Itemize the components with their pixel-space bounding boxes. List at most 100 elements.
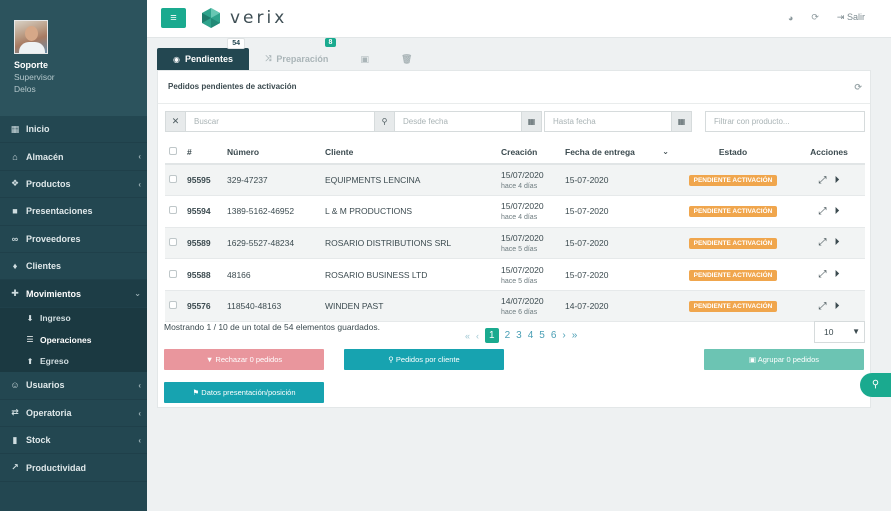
trash-icon: 🗑︎ — [400, 53, 413, 64]
col-creacion[interactable]: Creación — [497, 140, 561, 165]
sidebar-item-proveedores[interactable]: ∞ Proveedores — [0, 226, 147, 253]
search-input[interactable] — [185, 111, 375, 132]
last-page-button[interactable]: » — [572, 330, 578, 341]
table-row[interactable]: 95595 329-47237 EQUIPMENTS LENCINA 15/07… — [165, 164, 865, 197]
exchange-icon: ⇄ — [11, 407, 19, 418]
expand-icon[interactable]: ⤢ — [819, 206, 827, 217]
order-created: 15/07/2020 hace 5 días — [497, 227, 561, 260]
table-row[interactable]: 95589 1629-5527-48234 ROSARIO DISTRIBUTI… — [165, 227, 865, 260]
chevron-down-icon: ⌄ — [662, 146, 669, 156]
row-checkbox[interactable] — [165, 258, 183, 291]
play-icon[interactable]: ⏵ — [835, 301, 840, 312]
table-row[interactable]: 95594 1389-5162-46952 L & M PRODUCTIONS … — [165, 195, 865, 228]
row-checkbox[interactable] — [165, 164, 183, 197]
sidebar-item-productos[interactable]: ❖ Productos ‹ — [0, 171, 147, 199]
row-actions: ⤢ ⏵ — [793, 164, 865, 197]
refresh-icon[interactable]: ⟳ — [811, 12, 819, 23]
sidebar-item-label: Productos — [26, 178, 71, 189]
select-all-checkbox[interactable] — [165, 140, 183, 165]
sidebar-item-almacen[interactable]: ⌂ Almacén ‹ — [0, 143, 147, 171]
created-ago: hace 5 días — [501, 277, 538, 285]
sidebar-item-movimientos[interactable]: ✚ Movimientos ⌄ — [0, 280, 147, 308]
date-to-input[interactable] — [544, 111, 672, 132]
sidebar-item-clientes[interactable]: ♦ Clientes — [0, 253, 147, 281]
upload-icon: ⬆ — [26, 356, 34, 366]
sidebar-item-productividad[interactable]: ↗ Productividad — [0, 454, 147, 482]
expand-icon[interactable]: ⤢ — [819, 175, 827, 186]
col-estado[interactable]: Estado — [673, 140, 793, 165]
page-5[interactable]: 5 — [539, 330, 545, 341]
sidebar-subitem-ingreso[interactable]: ⬇ Ingreso — [0, 308, 147, 330]
play-icon[interactable]: ⏵ — [835, 206, 840, 217]
globe-icon[interactable]: ◕ — [788, 13, 793, 23]
date-from-input[interactable] — [394, 111, 522, 132]
col-id[interactable]: # — [183, 140, 223, 165]
sidebar-item-presentaciones[interactable]: ■ Presentaciones — [0, 198, 147, 226]
tab-pendientes[interactable]: ◉ Pendientes 54 — [157, 38, 249, 70]
row-checkbox[interactable] — [165, 227, 183, 260]
tab-trash[interactable]: 🗑︎ — [385, 48, 428, 70]
next-page-button[interactable]: › — [562, 330, 565, 341]
sidebar-nav: ▦ Inicio ⌂ Almacén ‹ ❖ Productos ‹ ■ Presentac… — [0, 116, 147, 482]
play-icon[interactable]: ⏵ — [835, 237, 840, 248]
page-1[interactable]: 1 — [485, 328, 499, 343]
sidebar-item-inicio[interactable]: ▦ Inicio — [0, 116, 147, 144]
page-4[interactable]: 4 — [528, 330, 534, 341]
order-delivery: 14-07-2020 — [561, 290, 673, 323]
status-badge: PENDIENTE ACTIVACIÓN — [688, 206, 778, 218]
tab-saved[interactable]: ▣ — [344, 48, 385, 70]
avatar[interactable] — [14, 20, 48, 54]
presentation-data-button[interactable]: ⚑ Datos presentación/posición — [164, 382, 324, 403]
profile-org: Delos — [14, 84, 36, 94]
page-size-select[interactable]: 10 ▼ — [814, 321, 865, 343]
play-icon[interactable]: ⏵ — [835, 175, 840, 186]
table-row[interactable]: 95576 118540-48163 WINDEN PAST 14/07/202… — [165, 290, 865, 323]
play-icon[interactable]: ⏵ — [835, 269, 840, 280]
col-numero[interactable]: Número — [223, 140, 321, 165]
col-cliente[interactable]: Cliente — [321, 140, 497, 165]
brand-logo[interactable]: verix — [200, 6, 287, 30]
clear-filters-button[interactable]: ✕ — [165, 111, 186, 132]
row-checkbox[interactable] — [165, 290, 183, 323]
page-6[interactable]: 6 — [551, 330, 557, 341]
sidebar-subitem-egreso[interactable]: ⬆ Egreso — [0, 351, 147, 373]
reject-orders-button[interactable]: ▼ Rechazar 0 pedidos — [164, 349, 324, 370]
page-size-value: 10 — [824, 327, 834, 337]
calendar-icon[interactable]: ▦ — [671, 111, 692, 132]
orders-by-client-button[interactable]: ⚲ Pedidos por cliente — [344, 349, 504, 370]
col-entrega[interactable]: Fecha de entrega ⌄ — [561, 140, 673, 165]
page-3[interactable]: 3 — [516, 330, 522, 341]
group-orders-button[interactable]: ▣ Agrupar 0 pedidos — [704, 349, 864, 370]
row-checkbox[interactable] — [165, 195, 183, 228]
sidebar-subitem-operaciones[interactable]: ☰ Operaciones — [0, 329, 147, 351]
sidebar-item-stock[interactable]: ▮ Stock ‹ — [0, 427, 147, 455]
refresh-icon[interactable]: ⟳ — [854, 82, 862, 93]
first-page-button[interactable]: « — [465, 331, 470, 341]
expand-icon[interactable]: ⤢ — [819, 301, 827, 312]
tab-preparacion[interactable]: ⤨ Preparación 8 — [249, 38, 344, 70]
sidebar: Soporte Supervisor Delos ▦ Inicio ⌂ Almacé… — [0, 0, 147, 511]
sidebar-item-operatoria[interactable]: ⇄ Operatoria ‹ — [0, 400, 147, 428]
products-icon: ❖ — [10, 178, 20, 189]
created-date: 15/07/2020 — [501, 170, 544, 181]
expand-icon[interactable]: ⤢ — [819, 237, 827, 248]
prev-page-button[interactable]: ‹ — [476, 331, 479, 341]
tab-label: Preparación — [276, 54, 329, 64]
users-icon: ☺ — [10, 380, 20, 391]
product-filter-input[interactable] — [705, 111, 865, 132]
calendar-icon[interactable]: ▦ — [521, 111, 542, 132]
order-delivery: 15-07-2020 — [561, 164, 673, 197]
menu-toggle-button[interactable]: ≡ — [161, 8, 186, 28]
expand-icon[interactable]: ⤢ — [819, 269, 827, 280]
download-icon: ⬇ — [26, 313, 34, 323]
order-client: EQUIPMENTS LENCINA — [321, 164, 497, 197]
sidebar-item-label: Movimientos — [26, 288, 82, 299]
sidebar-item-usuarios[interactable]: ☺ Usuarios ‹ — [0, 372, 147, 400]
order-number: 1389-5162-46952 — [223, 195, 321, 228]
floating-search-button[interactable]: ⚲ — [860, 373, 891, 397]
order-created: 15/07/2020 hace 4 días — [497, 164, 561, 197]
logout-button[interactable]: ⇥ Salir — [837, 12, 865, 23]
page-2[interactable]: 2 — [505, 330, 511, 341]
table-row[interactable]: 95588 48166 ROSARIO BUSINESS LTD 15/07/2… — [165, 258, 865, 291]
search-icon[interactable]: ⚲ — [374, 111, 395, 132]
